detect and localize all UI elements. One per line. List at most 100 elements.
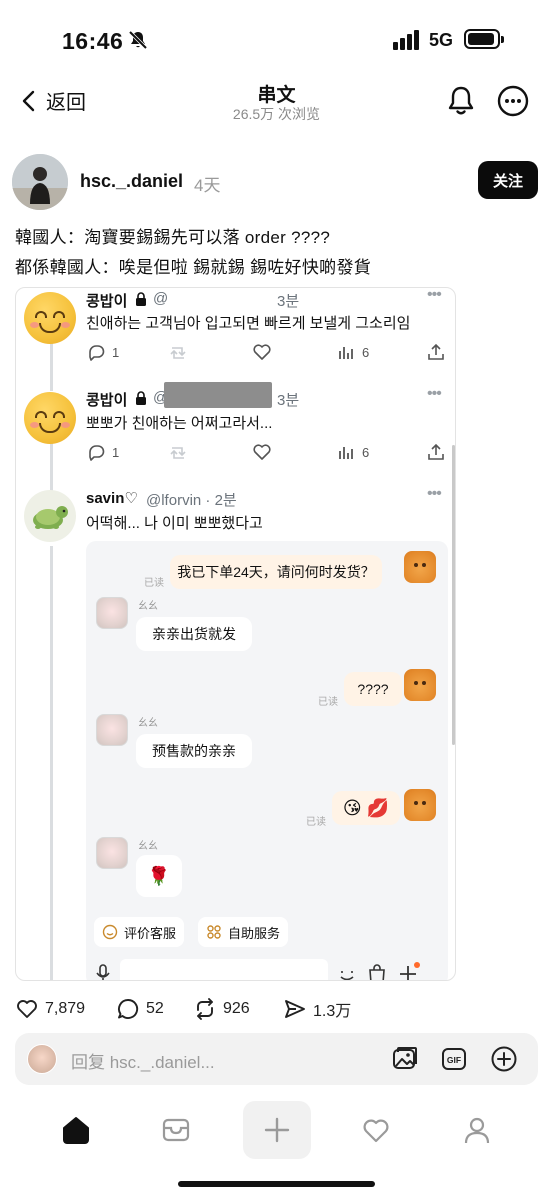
chat-input-bar bbox=[94, 954, 440, 980]
agent-avatar bbox=[96, 597, 128, 629]
tab-inbox[interactable] bbox=[154, 1108, 198, 1152]
share-button[interactable]: 1.3万 bbox=[283, 997, 351, 1021]
like-count: 7,879 bbox=[45, 1000, 86, 1017]
repost-count: 926 bbox=[223, 1000, 250, 1017]
tab-compose[interactable] bbox=[243, 1101, 311, 1159]
gif-icon[interactable]: GIF bbox=[440, 1045, 468, 1073]
read-label: 已读 bbox=[318, 697, 338, 708]
bell-icon[interactable] bbox=[444, 84, 478, 118]
agent-avatar bbox=[96, 714, 128, 746]
plus-icon bbox=[264, 1117, 290, 1143]
smile-icon bbox=[102, 924, 118, 940]
tweet-view-count: 6 bbox=[362, 344, 370, 360]
post-age: 4天 bbox=[194, 176, 221, 195]
reply-input[interactable]: 回复 hsc._.daniel... bbox=[71, 1048, 215, 1073]
tweet-handle: @ bbox=[153, 290, 169, 307]
tweet-text: 친애하는 고객님아 입고되면 빠르게 보낼게 그소리임 bbox=[86, 315, 411, 332]
send-icon bbox=[285, 1000, 305, 1018]
rate-agent-chip: 评价客服 bbox=[94, 917, 185, 947]
share-count: 1.3万 bbox=[313, 1003, 352, 1020]
chat-bubble-received: 🌹 bbox=[136, 855, 182, 897]
tab-home[interactable] bbox=[54, 1108, 98, 1152]
self-service-label: 自助服务 bbox=[228, 925, 281, 941]
mic-icon bbox=[96, 964, 110, 980]
scrollbar[interactable] bbox=[452, 445, 455, 745]
tweet-more-icon: ••• bbox=[427, 485, 442, 502]
rate-agent-label: 评价客服 bbox=[124, 925, 177, 941]
more-options-icon[interactable] bbox=[496, 84, 530, 118]
author-avatar[interactable] bbox=[12, 154, 68, 210]
signal-icon bbox=[393, 30, 421, 50]
smiley-avatar bbox=[24, 292, 76, 344]
chat-bubble-sent: 😘 💋 bbox=[332, 791, 400, 825]
turtle-avatar bbox=[24, 490, 76, 542]
tab-profile[interactable] bbox=[455, 1108, 499, 1152]
profile-icon bbox=[464, 1117, 490, 1144]
heart-icon bbox=[253, 444, 271, 460]
reply-icon bbox=[89, 345, 105, 361]
share-icon bbox=[428, 343, 444, 360]
bell-off-icon bbox=[128, 30, 148, 50]
lock-icon bbox=[136, 391, 146, 405]
repost-icon bbox=[197, 998, 213, 1020]
gallery-icon[interactable] bbox=[391, 1045, 419, 1073]
retweet-icon bbox=[170, 447, 186, 459]
heart-icon bbox=[253, 344, 271, 360]
smiley-avatar bbox=[24, 392, 76, 444]
tweet-reply: 1 bbox=[86, 442, 119, 462]
repost-button[interactable]: 926 bbox=[193, 997, 250, 1021]
my-avatar bbox=[27, 1044, 57, 1074]
tab-activity[interactable] bbox=[354, 1108, 398, 1152]
bear-avatar bbox=[404, 551, 436, 583]
battery-icon bbox=[464, 29, 504, 49]
chat-bubble-received: 亲亲出货就发 bbox=[136, 617, 252, 651]
post-text-line: 韓國人：淘寶要錫錫先可以落 order ???? bbox=[15, 228, 331, 247]
tweet-more-icon: ••• bbox=[427, 287, 442, 303]
tweet-handle: @lforvin · 2분 bbox=[146, 492, 237, 509]
chat-bubble-received: 预售款的亲亲 bbox=[136, 734, 252, 768]
redacted-block bbox=[164, 382, 272, 408]
post-text-line: 都係韓國人：唉是但啦 錫就錫 錫咗好快啲發貨 bbox=[15, 258, 372, 277]
tweet-author: savin♡ bbox=[86, 490, 138, 507]
heart-icon bbox=[17, 1000, 37, 1018]
tweet-time: 3분 bbox=[277, 392, 300, 409]
agent-name: 幺幺 bbox=[138, 841, 158, 852]
grid-icon bbox=[207, 925, 221, 939]
tweet-reply-count: 1 bbox=[112, 344, 120, 360]
like-button[interactable]: 7,879 bbox=[15, 997, 85, 1021]
tweet-reply-count: 1 bbox=[112, 444, 120, 460]
thread-line bbox=[50, 343, 53, 391]
comment-icon bbox=[118, 999, 139, 1019]
author-username[interactable]: hsc._.daniel bbox=[80, 171, 183, 192]
post-image[interactable]: 콩밥이 @ 3분 ••• 친애하는 고객님아 입고되면 빠르게 보낼게 그소리임… bbox=[15, 287, 456, 981]
status-bar: 16:46 5G bbox=[0, 0, 553, 80]
tweet-text: 뽀뽀가 친애하는 어쩌고라서... bbox=[86, 415, 273, 432]
chat-bubble-sent: 我已下单24天，请问何时发货？ bbox=[170, 555, 382, 589]
tweet-views: 6 bbox=[336, 442, 369, 462]
comment-button[interactable]: 52 bbox=[116, 997, 164, 1021]
views-icon bbox=[339, 347, 353, 359]
bag-icon bbox=[369, 964, 385, 980]
tweet-time: 3분 bbox=[277, 293, 300, 310]
tweet-text: 어떡해... 나 이미 뽀뽀했다고 bbox=[86, 515, 263, 532]
home-icon bbox=[63, 1117, 89, 1144]
reply-bar: 回复 hsc._.daniel... GIF bbox=[15, 1033, 538, 1085]
home-indicator bbox=[178, 1181, 375, 1187]
plus-icon bbox=[400, 962, 420, 980]
lock-icon bbox=[136, 292, 146, 306]
top-nav: 返回 串文 26.5万 次浏览 bbox=[0, 76, 553, 126]
follow-button[interactable]: 关注 bbox=[478, 161, 538, 199]
comment-count: 52 bbox=[146, 1000, 164, 1017]
agent-name: 幺幺 bbox=[138, 718, 158, 729]
self-service-chip: 自助服务 bbox=[198, 917, 289, 947]
views-icon bbox=[339, 447, 353, 459]
heart-icon bbox=[363, 1119, 389, 1143]
tweet-views: 6 bbox=[336, 342, 369, 362]
network-type: 5G bbox=[429, 30, 454, 50]
agent-name: 幺幺 bbox=[138, 601, 158, 612]
read-label: 已读 bbox=[144, 578, 164, 589]
add-circle-icon[interactable] bbox=[490, 1045, 518, 1073]
reply-icon bbox=[89, 445, 105, 461]
bear-avatar bbox=[404, 669, 436, 701]
inbox-icon bbox=[162, 1118, 190, 1142]
